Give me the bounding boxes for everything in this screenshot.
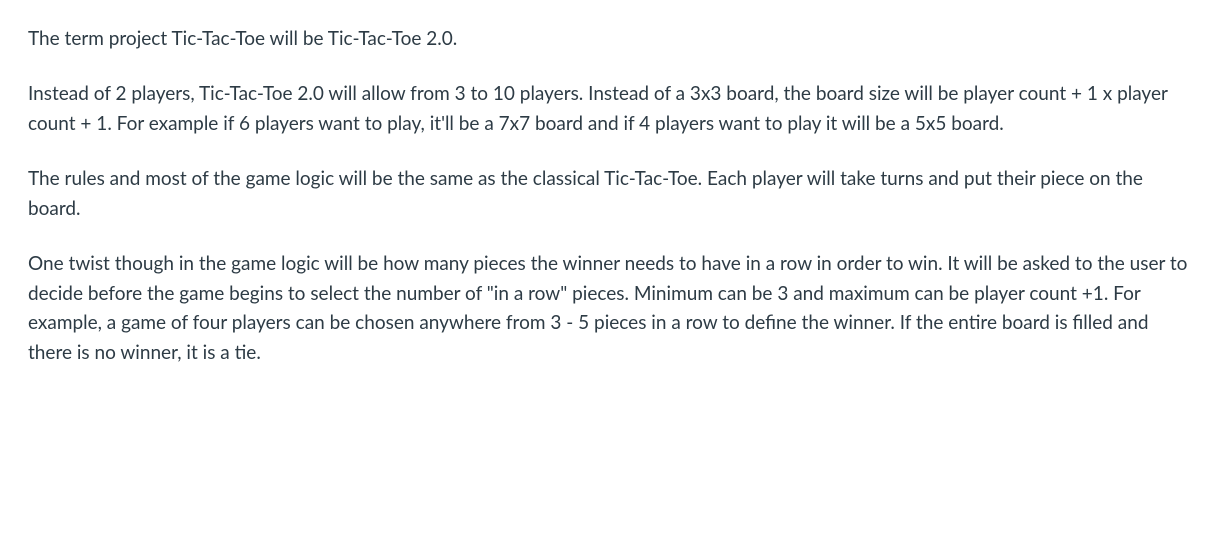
document-content: The term project Tic-Tac-Toe will be Tic…: [28, 24, 1192, 367]
paragraph-3: The rules and most of the game logic wil…: [28, 164, 1192, 223]
paragraph-4: One twist though in the game logic will …: [28, 249, 1192, 367]
paragraph-1: The term project Tic-Tac-Toe will be Tic…: [28, 24, 1192, 53]
paragraph-2: Instead of 2 players, Tic-Tac-Toe 2.0 wi…: [28, 79, 1192, 138]
